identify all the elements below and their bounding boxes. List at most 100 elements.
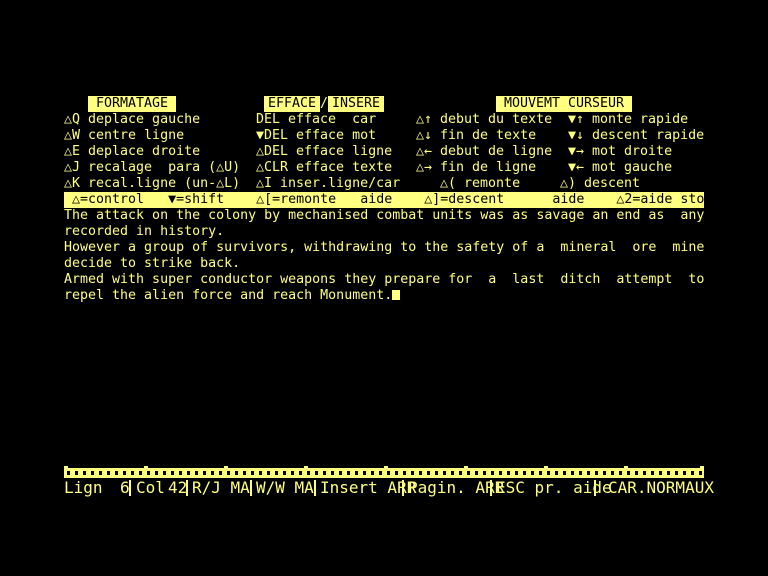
help-row: △E deplace droite △DEL efface ligne △← d…: [64, 144, 672, 160]
ruler-tick: [187, 471, 190, 475]
status-word-wrap: W/W MA: [256, 478, 314, 497]
help-efface-item: △I inser.ligne/car: [256, 176, 401, 191]
ruler-tick: [355, 471, 358, 475]
help-curseur-item: ▼← mot gauche: [568, 160, 673, 175]
help-formatage-item: △W centre ligne: [64, 128, 185, 143]
ruler-tick: [147, 471, 150, 475]
ruler-tick: [235, 471, 238, 475]
ruler-tab-stop: [144, 466, 148, 470]
ruler-tick: [595, 471, 598, 475]
ruler-tick: [395, 471, 398, 475]
ruler-tick: [315, 471, 318, 475]
ruler-tick: [219, 471, 222, 475]
status-col-value: 42: [168, 478, 188, 497]
ruler-tick: [195, 471, 198, 475]
status-separator: [402, 480, 404, 496]
document-line[interactable]: decide to strike back.: [64, 256, 240, 272]
ruler-tick: [659, 471, 662, 475]
ruler-tick: [587, 471, 590, 475]
help-formatage-item: △K recal.ligne (un-△L): [64, 176, 241, 191]
status-separator: [186, 480, 188, 496]
help-headers: FORMATAGE EFFACE / INSERE MOUVEMT CURSEU…: [64, 96, 632, 112]
ruler-tick: [699, 471, 702, 475]
ruler-tick: [211, 471, 214, 475]
ruler-tick: [579, 471, 582, 475]
ruler-tab-stop: [464, 466, 468, 470]
ruler-tick: [507, 471, 510, 475]
status-right-justify: R/J MA: [192, 478, 250, 497]
ruler-tick: [123, 471, 126, 475]
ruler-tab-stop: [624, 466, 628, 470]
status-char-mode: CAR.NORMAUX: [608, 478, 714, 497]
ruler-tick: [619, 471, 622, 475]
ruler-tick: [691, 471, 694, 475]
ruler: [64, 466, 704, 478]
ruler-tick: [547, 471, 550, 475]
document-line-last[interactable]: repel the alien force and reach Monument…: [64, 288, 401, 304]
help-curseur-item: △) descent: [560, 176, 641, 191]
ruler-tick: [403, 471, 406, 475]
ruler-tick: [627, 471, 630, 475]
ruler-tab-stop: [544, 466, 548, 470]
ruler-tick: [131, 471, 134, 475]
ruler-tick: [667, 471, 670, 475]
header-formatage: FORMATAGE: [88, 96, 176, 112]
ruler-tick: [323, 471, 326, 475]
ruler-tick: [371, 471, 374, 475]
ruler-tick: [171, 471, 174, 475]
help-curseur-item: △← debut de ligne: [416, 144, 553, 159]
ruler-tick: [571, 471, 574, 475]
help-efface-item: △DEL efface ligne: [256, 144, 393, 159]
ruler-tick: [251, 471, 254, 475]
ruler-tick: [227, 471, 230, 475]
ruler-tick: [523, 471, 526, 475]
ruler-tick: [363, 471, 366, 475]
ruler-tick: [651, 471, 654, 475]
ruler-tick: [283, 471, 286, 475]
ruler-tick: [67, 471, 70, 475]
help-curseur-item: ▼→ mot droite: [568, 144, 673, 159]
ruler-tick: [259, 471, 262, 475]
header-insere: INSERE: [328, 96, 384, 112]
status-separator: [314, 480, 316, 496]
status-bar: Lign 6 Col 42 R/J MA W/W MA Insert ARR P…: [64, 478, 714, 497]
ruler-tick: [139, 471, 142, 475]
ruler-tick: [467, 471, 470, 475]
help-curseur-item: △( remonte: [416, 176, 521, 191]
ruler-tick: [483, 471, 486, 475]
ruler-tick: [419, 471, 422, 475]
ruler-tick: [115, 471, 118, 475]
document-line[interactable]: repel the alien force and reach Monument…: [64, 288, 392, 303]
ruler-tick: [539, 471, 542, 475]
ruler-tick: [427, 471, 430, 475]
ruler-tick: [683, 471, 686, 475]
ruler-tick: [475, 471, 478, 475]
document-line[interactable]: However a group of survivors, withdrawin…: [64, 240, 704, 256]
ruler-tick: [603, 471, 606, 475]
ruler-tick: [99, 471, 102, 475]
document-line[interactable]: recorded in history.: [64, 224, 224, 240]
status-separator: [594, 480, 596, 496]
ruler-tick: [499, 471, 502, 475]
document-line[interactable]: The attack on the colony by mechanised c…: [64, 208, 704, 224]
help-formatage-item: △Q deplace gauche: [64, 112, 201, 127]
help-formatage-item: △E deplace droite: [64, 144, 201, 159]
ruler-tick: [331, 471, 334, 475]
ruler-tick: [163, 471, 166, 475]
ruler-tick: [203, 471, 206, 475]
help-row: △Q deplace gauche DEL efface car △↑ debu…: [64, 112, 688, 128]
status-separator: [129, 480, 131, 496]
document-line[interactable]: Armed with super conductor weapons they …: [64, 272, 704, 288]
ruler-tick: [179, 471, 182, 475]
status-lign-label: Lign: [64, 478, 103, 497]
ruler-tick: [267, 471, 270, 475]
header-slash: /: [320, 96, 329, 111]
ruler-tick: [515, 471, 518, 475]
status-separator: [250, 480, 252, 496]
ruler-tick: [107, 471, 110, 475]
ruler-tick: [451, 471, 454, 475]
ruler-tick: [563, 471, 566, 475]
header-efface: EFFACE: [264, 96, 320, 112]
help-efface-item: ▼DEL efface mot: [256, 128, 377, 143]
ruler-tab-stop: [64, 466, 68, 470]
